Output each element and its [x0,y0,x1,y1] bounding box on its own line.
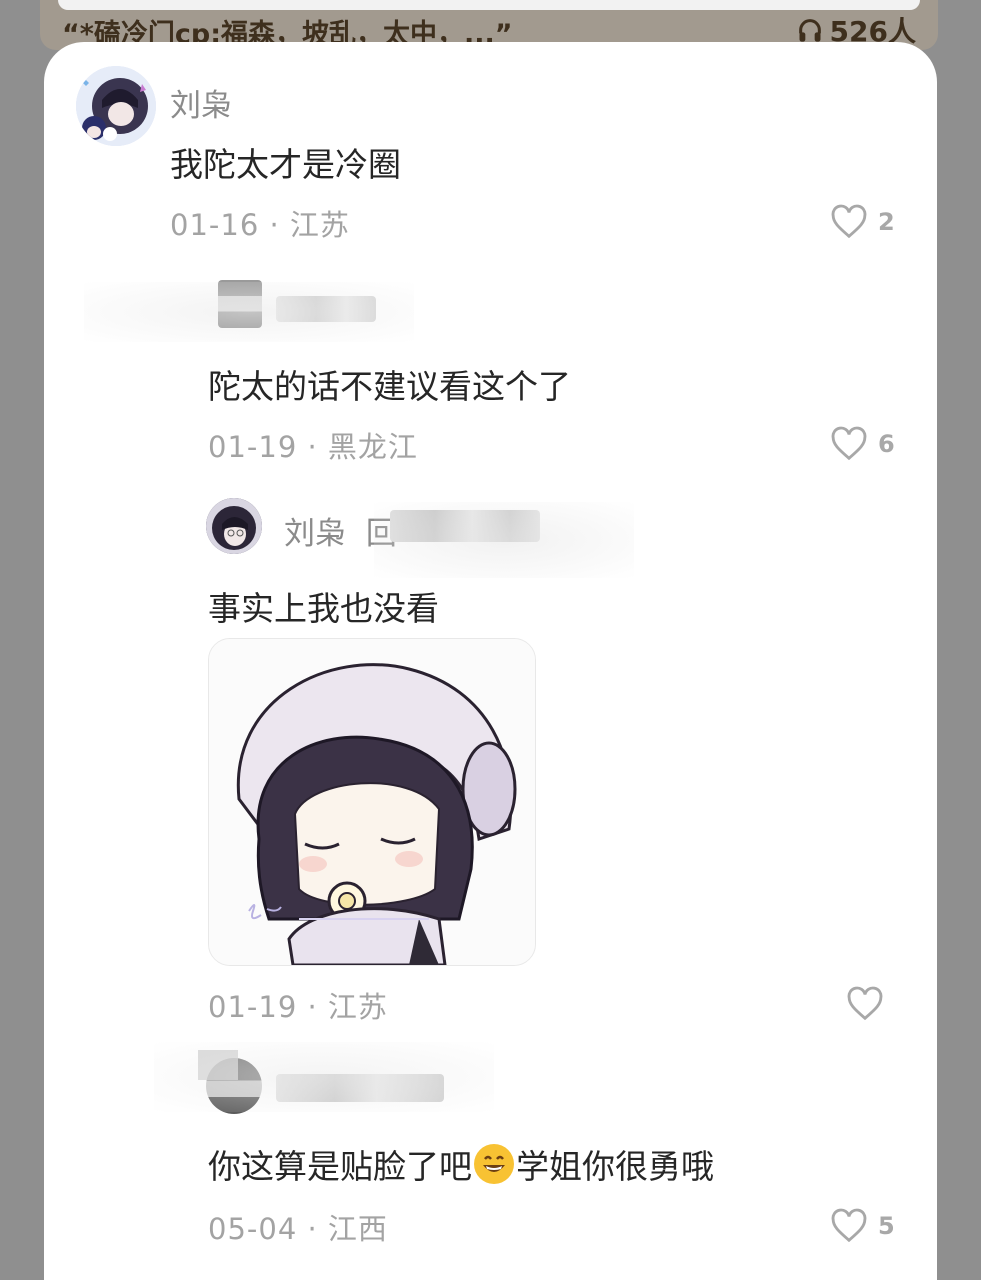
comment-text-part: 学姐你很勇哦 [516,1147,714,1186]
censor-haze [84,282,414,342]
like-button[interactable]: 6 [830,426,895,462]
comment-text: 陀太的话不建议看这个了 [208,367,571,406]
comment-sheet: 刘枭 我陀太才是冷圈 01-16 · 江苏 2 陀太的话不建议看这个了 01-1… [44,42,937,1280]
anime-avatar-icon [206,498,262,554]
like-button[interactable]: 5 [830,1208,895,1244]
heart-icon [831,1208,867,1243]
headphones-icon [798,19,821,42]
like-count: 5 [878,1212,895,1240]
heart-icon [831,204,867,239]
comment-meta: 05-04 · 江西 [208,1212,388,1246]
censor-haze [374,502,634,578]
comment-text-part: 你这算是贴脸了吧 [208,1147,472,1186]
grinning-face-emoji-icon [474,1144,514,1184]
comment-text: 我陀太才是冷圈 [170,145,401,184]
background-sheet-edge [58,0,920,10]
heart-icon [847,986,883,1021]
like-count: 2 [878,208,895,236]
comment-username[interactable]: 刘枭 [170,80,232,125]
comment-text: 事实上我也没看 [208,589,439,628]
like-button[interactable] [846,986,894,1022]
avatar[interactable] [76,66,156,146]
like-count: 6 [878,430,895,458]
comment-username-text: 刘枭 [284,516,346,552]
anime-avatar-icon [76,66,156,146]
comment-meta: 01-19 · 黑龙江 [208,430,418,464]
heart-icon [831,426,867,461]
comment-text: 你这算是贴脸了吧 学姐你很勇哦 [208,1140,714,1188]
comment-meta: 01-16 · 江苏 [170,208,350,242]
censor-haze [154,1042,494,1112]
avatar[interactable] [206,498,262,554]
sticker-image[interactable] [208,638,536,966]
anime-character-sticker [209,639,535,965]
comment-meta: 01-19 · 江苏 [208,990,388,1024]
like-button[interactable]: 2 [830,204,895,240]
